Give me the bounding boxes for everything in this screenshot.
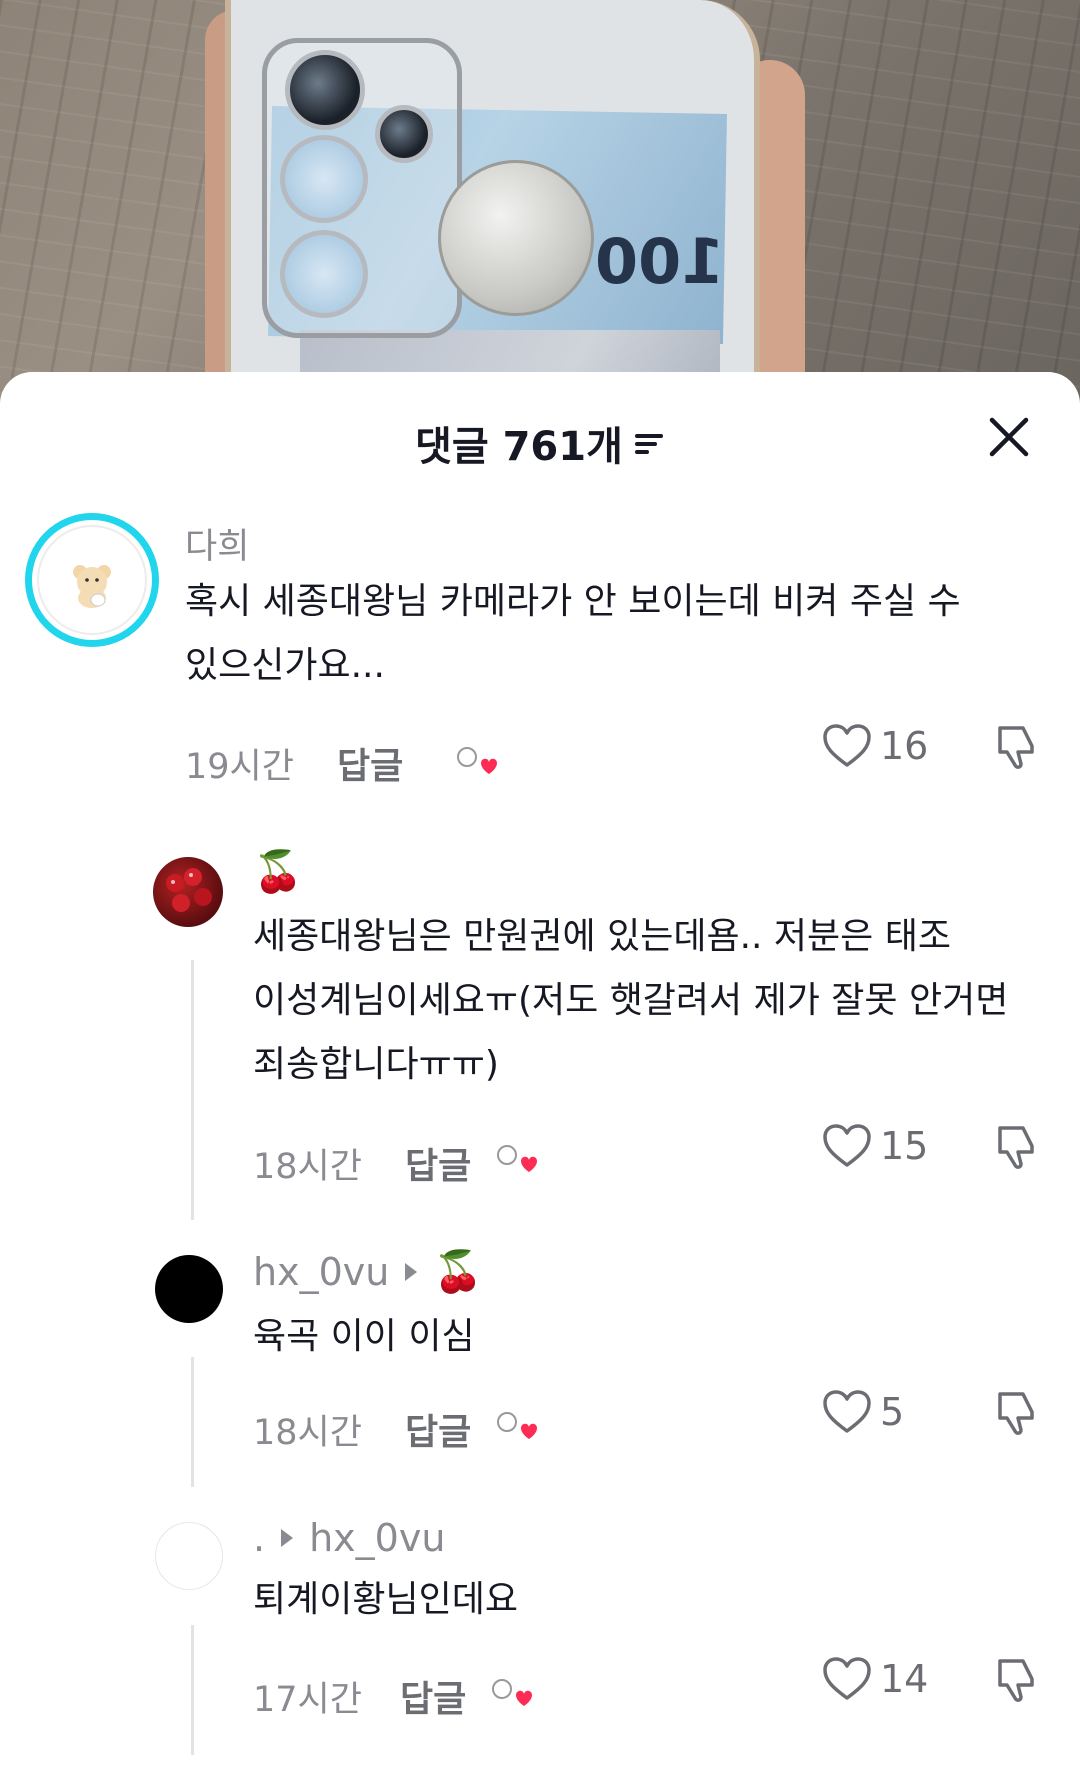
like-button[interactable]: 14 xyxy=(822,1656,928,1702)
comments-title: 댓글 761개 xyxy=(415,414,665,472)
avatar[interactable] xyxy=(153,857,223,927)
camera-lens xyxy=(280,230,368,318)
reply-to-username[interactable]: hx_0vu xyxy=(309,1516,445,1560)
like-button[interactable]: 15 xyxy=(822,1123,928,1169)
heart-outline-icon xyxy=(823,1390,871,1433)
avatar[interactable] xyxy=(25,513,159,647)
comment-text-line: 있으신가요... xyxy=(185,645,385,686)
comment-text-line: 이성계님이세요ㅠ(저도 햇갈려서 제가 잘못 안거면 xyxy=(253,980,1009,1021)
comment-username[interactable]: . hx_0vu xyxy=(253,1516,445,1560)
comment-text-line: 세종대왕님은 만원권에 있는데욤.. 저분은 태조 xyxy=(253,916,951,957)
comment-time: 17시간 xyxy=(253,1680,362,1720)
close-icon[interactable] xyxy=(980,408,1038,466)
like-button[interactable]: 16 xyxy=(822,723,928,769)
camera-lens xyxy=(285,50,365,130)
dislike-icon[interactable] xyxy=(990,722,1040,772)
comments-header: 댓글 761개 xyxy=(0,372,1080,502)
heart-outline-icon xyxy=(823,1657,871,1700)
comment-text: 육곡 이이 이심 xyxy=(253,1305,475,1369)
comment-username-text: . xyxy=(253,1516,266,1560)
reply-button[interactable]: 답글 xyxy=(405,1403,471,1455)
comment-text-line: 육곡 이이 이심 xyxy=(253,1316,475,1357)
like-count: 14 xyxy=(880,1657,929,1701)
reply-button[interactable]: 답글 xyxy=(405,1137,471,1189)
bear-avatar-icon xyxy=(37,525,147,635)
heart-outline-icon xyxy=(823,724,871,767)
cherries-avatar-icon xyxy=(166,868,212,912)
banknote-denomination: 100 xyxy=(595,225,725,298)
like-count: 16 xyxy=(880,724,929,768)
comment-text: 혹시 세종대왕님 카메라가 안 보이는데 비켜 주실 수 있으신가요... xyxy=(185,570,961,698)
like-count: 5 xyxy=(880,1390,905,1434)
camera-lens xyxy=(280,135,368,223)
reply-arrow-icon xyxy=(281,1529,294,1547)
camera-lens xyxy=(375,105,433,163)
coin xyxy=(438,160,594,316)
creator-liked-icon xyxy=(457,747,497,774)
comment-username[interactable]: 다희 xyxy=(185,518,249,569)
sort-lines-icon[interactable] xyxy=(634,431,665,455)
dislike-icon[interactable] xyxy=(990,1388,1040,1438)
background-video-frame: 100 xyxy=(0,0,1080,420)
like-count: 15 xyxy=(880,1124,929,1168)
avatar[interactable] xyxy=(155,1255,223,1323)
creator-liked-icon xyxy=(497,1145,537,1172)
reply-arrow-icon xyxy=(405,1262,418,1281)
creator-liked-icon xyxy=(497,1412,537,1439)
comment-time: 18시간 xyxy=(253,1413,362,1453)
comment-time: 18시간 xyxy=(253,1147,362,1187)
comment-text: 세종대왕님은 만원권에 있는데욤.. 저분은 태조 이성계님이세요ㅠ(저도 햇갈… xyxy=(253,905,1008,1097)
comment-text-line: 퇴계이황님인데요 xyxy=(253,1579,518,1620)
creator-liked-icon xyxy=(492,1679,532,1706)
comment-username[interactable]: 🍒 xyxy=(253,848,303,895)
avatar[interactable] xyxy=(155,1522,223,1590)
like-button[interactable]: 5 xyxy=(822,1389,904,1435)
comment-username[interactable]: hx_0vu 🍒 xyxy=(253,1248,483,1295)
comment-text: 퇴계이황님인데요 xyxy=(253,1568,518,1632)
heart-outline-icon xyxy=(823,1124,871,1167)
dislike-icon[interactable] xyxy=(990,1655,1040,1705)
reply-button[interactable]: 답글 xyxy=(337,737,403,789)
comment-text-line: 죄송합니다ㅠㅠ) xyxy=(253,1044,499,1085)
comment-text-line: 혹시 세종대왕님 카메라가 안 보이는데 비켜 주실 수 xyxy=(185,581,961,622)
comment-time: 19시간 xyxy=(185,747,294,787)
thread-line xyxy=(191,1357,194,1487)
dislike-icon[interactable] xyxy=(990,1122,1040,1172)
reply-to-username[interactable]: 🍒 xyxy=(433,1248,483,1295)
reply-button[interactable]: 답글 xyxy=(400,1670,466,1722)
thread-line xyxy=(191,1625,194,1755)
comments-count-label: 댓글 761개 xyxy=(415,424,623,470)
thread-line xyxy=(191,960,194,1220)
comment-username-text: hx_0vu xyxy=(253,1249,390,1294)
